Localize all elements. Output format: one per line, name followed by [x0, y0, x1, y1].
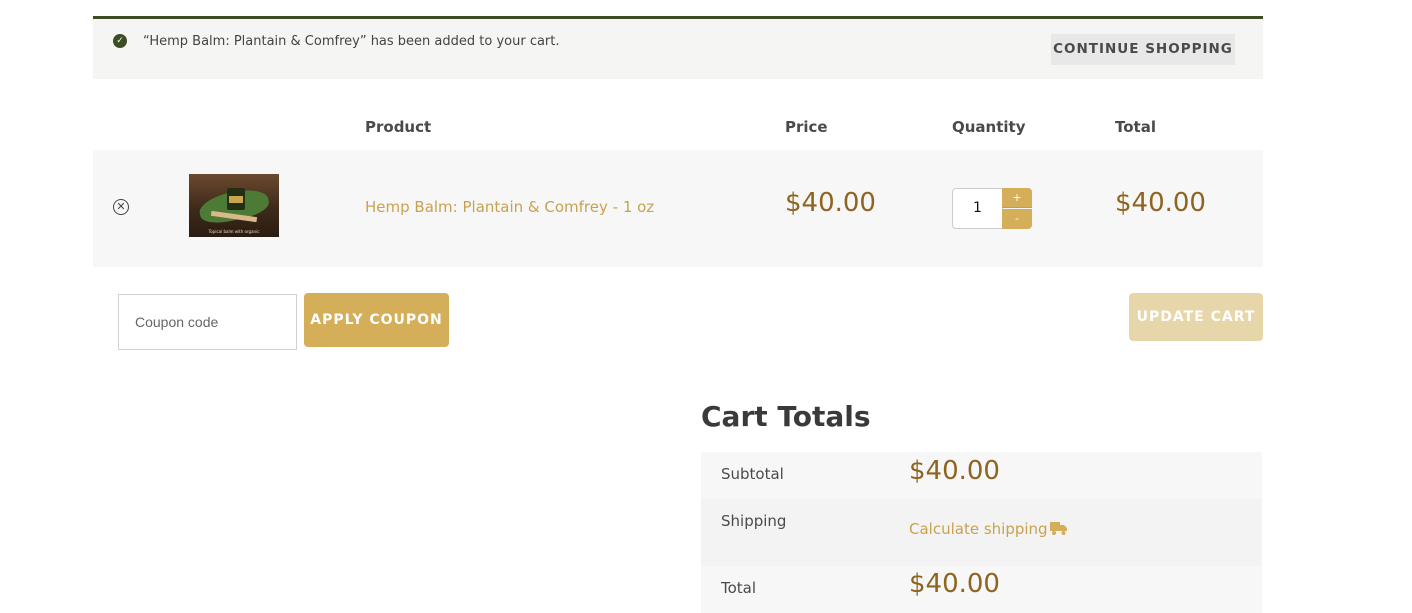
total-row: Total $40.00	[701, 566, 1262, 613]
item-total: $40.00	[1115, 188, 1206, 218]
column-header-product: Product	[365, 118, 432, 136]
thumbnail-jar-label	[229, 196, 243, 203]
total-label: Total	[721, 579, 757, 597]
quantity-input[interactable]: 1	[952, 188, 1003, 229]
remove-item-icon[interactable]: ✕	[113, 199, 129, 215]
cart-totals-title: Cart Totals	[701, 400, 871, 433]
update-cart-button[interactable]: UPDATE CART	[1129, 293, 1263, 341]
column-header-price: Price	[785, 118, 828, 136]
subtotal-row: Subtotal $40.00	[701, 452, 1262, 499]
column-header-quantity: Quantity	[952, 118, 1026, 136]
quantity-decrement-button[interactable]: -	[1002, 209, 1032, 229]
shipping-label: Shipping	[721, 512, 787, 530]
check-circle-icon: ✓	[113, 34, 127, 48]
coupon-code-input[interactable]	[118, 294, 297, 350]
calculate-shipping-link[interactable]: Calculate shipping	[909, 520, 1048, 538]
notice-message: “Hemp Balm: Plantain & Comfrey” has been…	[143, 34, 560, 49]
quantity-increment-button[interactable]: +	[1002, 188, 1032, 208]
total-value: $40.00	[909, 569, 1000, 599]
continue-shopping-button[interactable]: CONTINUE SHOPPING	[1051, 34, 1235, 65]
thumbnail-caption: Topical balm with organic	[208, 229, 260, 234]
cart-item-row: ✕ Topical balm with organic Hemp Balm: P…	[93, 150, 1263, 267]
product-name-link[interactable]: Hemp Balm: Plantain & Comfrey - 1 oz	[365, 198, 654, 216]
product-thumbnail[interactable]: Topical balm with organic	[189, 174, 279, 237]
quantity-stepper: 1 + -	[952, 188, 1032, 229]
column-header-total: Total	[1115, 118, 1156, 136]
shipping-row: Shipping Calculate shipping	[701, 499, 1262, 566]
truck-icon[interactable]	[1050, 520, 1068, 536]
apply-coupon-button[interactable]: APPLY COUPON	[304, 293, 449, 347]
subtotal-value: $40.00	[909, 456, 1000, 486]
subtotal-label: Subtotal	[721, 465, 784, 483]
item-price: $40.00	[785, 188, 876, 218]
cart-notice: ✓ “Hemp Balm: Plantain & Comfrey” has be…	[93, 16, 1263, 79]
